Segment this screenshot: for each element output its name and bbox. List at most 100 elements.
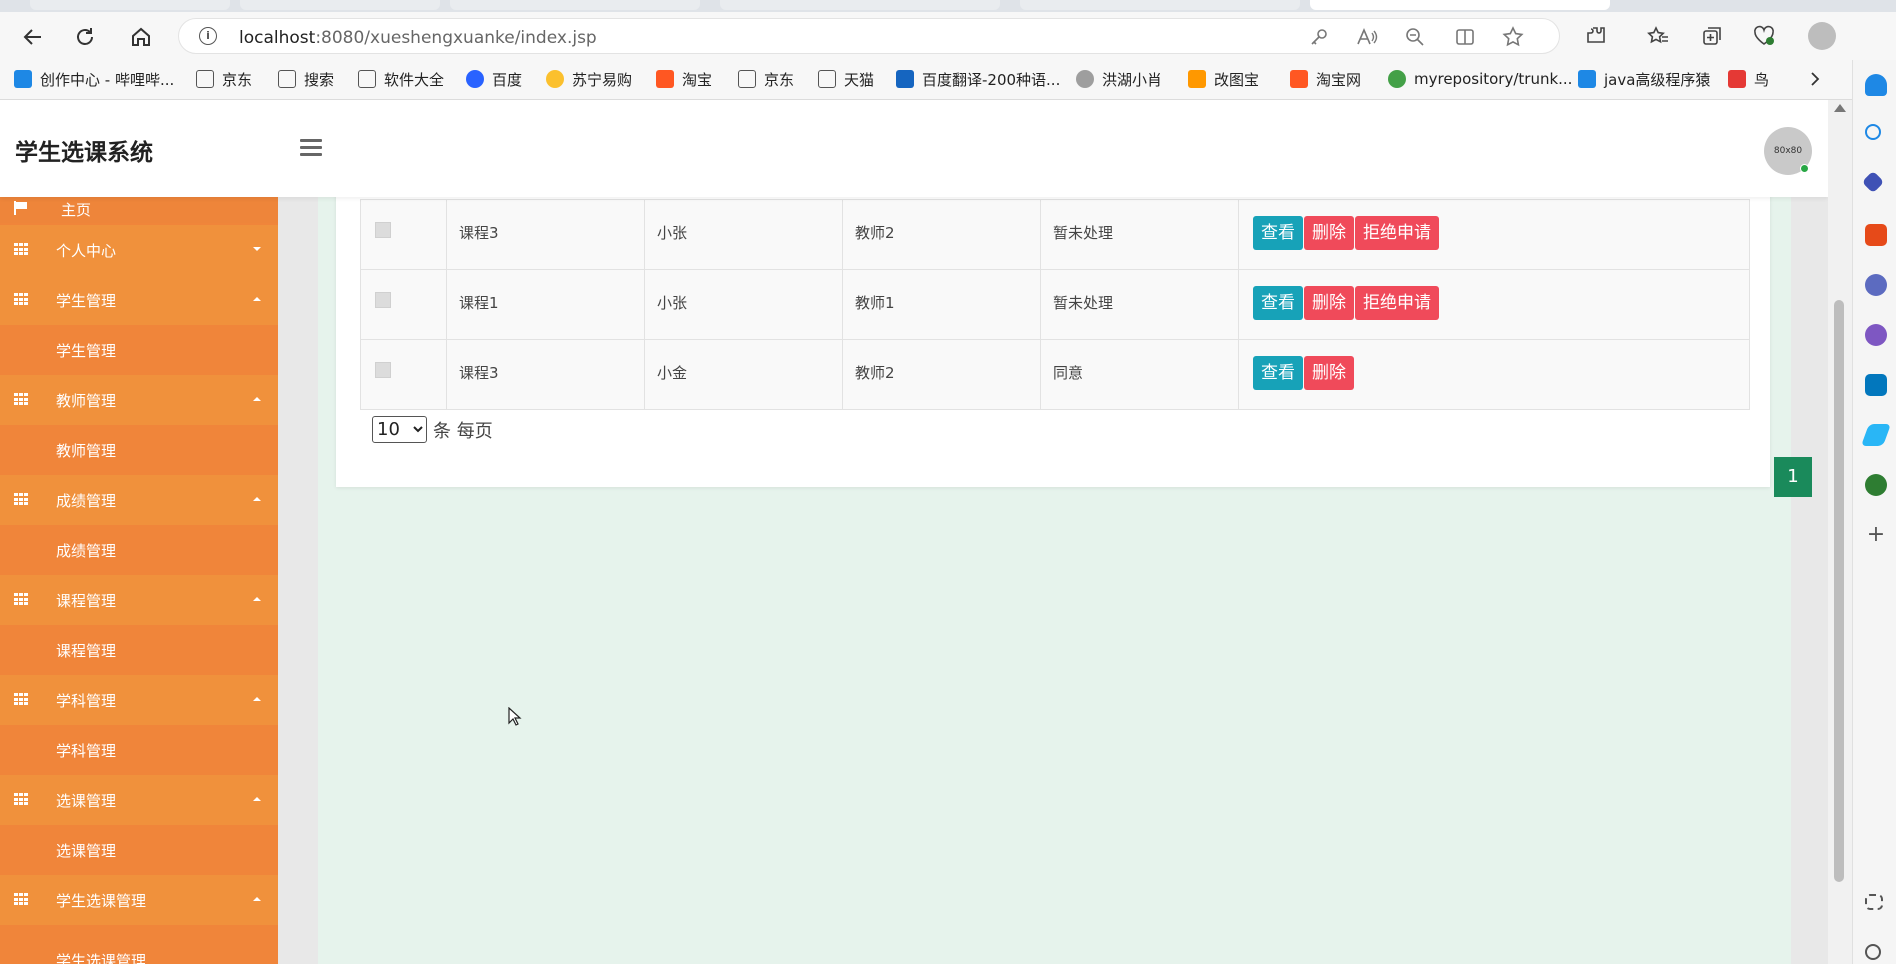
reject-button[interactable]: 拒绝申请 bbox=[1355, 286, 1439, 320]
browser-tab[interactable] bbox=[240, 0, 440, 10]
read-aloud-icon[interactable] bbox=[1355, 25, 1379, 49]
scroll-up-arrow-icon[interactable] bbox=[1834, 104, 1846, 112]
grid-icon bbox=[14, 243, 28, 255]
browser-tab-active[interactable] bbox=[1310, 0, 1610, 10]
extensions-icon[interactable] bbox=[1584, 24, 1608, 48]
row-checkbox[interactable] bbox=[375, 362, 391, 378]
collections-icon[interactable] bbox=[1700, 24, 1724, 48]
reject-button[interactable]: 拒绝申请 bbox=[1355, 216, 1439, 250]
page-size-select[interactable]: 10 bbox=[372, 416, 427, 443]
browser-toolbar: i localhost:8080/xueshengxuanke/index.js… bbox=[0, 12, 1896, 60]
app-header: 学生选课系统 80x80 bbox=[0, 101, 1828, 197]
sidebar-item-label: 主页 bbox=[61, 201, 92, 219]
sidebar-group-profile[interactable]: 个人中心 bbox=[0, 225, 278, 275]
send-icon[interactable] bbox=[1860, 424, 1892, 446]
delete-button[interactable]: 删除 bbox=[1304, 356, 1354, 390]
outlook-icon[interactable] bbox=[1865, 374, 1887, 396]
back-icon[interactable] bbox=[18, 22, 48, 52]
favorites-icon[interactable] bbox=[1646, 24, 1670, 48]
sidebar-subitem-selection[interactable]: 选课管理 bbox=[0, 825, 278, 875]
bookmark-item[interactable]: 搜索 bbox=[278, 66, 334, 92]
bookmark-item[interactable]: 改图宝 bbox=[1188, 66, 1259, 92]
sidebar-group-subjects[interactable]: 学科管理 bbox=[0, 675, 278, 725]
status-cell: 暂未处理 bbox=[1040, 199, 1239, 270]
address-bar[interactable]: i localhost:8080/xueshengxuanke/index.js… bbox=[178, 18, 1560, 54]
bookmark-item[interactable]: 淘宝 bbox=[656, 66, 712, 92]
table-row: 课程3 小张 教师2 暂未处理 查看 删除 拒绝申请 bbox=[360, 199, 1750, 270]
bookmark-item[interactable]: java高级程序猿 bbox=[1578, 66, 1710, 92]
settings-icon[interactable] bbox=[1865, 944, 1881, 960]
sidebar-subitem-grades[interactable]: 成绩管理 bbox=[0, 525, 278, 575]
chevron-right-icon[interactable] bbox=[1808, 66, 1822, 92]
scrollbar-thumb[interactable] bbox=[1834, 300, 1844, 882]
browser-tab[interactable] bbox=[450, 0, 700, 10]
browser-tab[interactable] bbox=[720, 0, 1000, 10]
bell-icon[interactable] bbox=[1865, 74, 1887, 96]
browser-tab[interactable] bbox=[30, 0, 230, 10]
key-icon[interactable] bbox=[1307, 25, 1331, 49]
bookmark-item[interactable]: 京东 bbox=[738, 66, 794, 92]
sidebar-subitem-teachers[interactable]: 教师管理 bbox=[0, 425, 278, 475]
profile-avatar-icon[interactable] bbox=[1808, 22, 1836, 50]
browser-tab[interactable] bbox=[1020, 0, 1300, 10]
menu-toggle-icon[interactable] bbox=[300, 139, 322, 157]
bookmark-item[interactable]: 洪湖小肖 bbox=[1076, 66, 1162, 92]
sidebar-item-label: 学生管理 bbox=[56, 292, 117, 310]
spotify-icon[interactable] bbox=[1865, 474, 1887, 496]
bookmark-item[interactable]: 软件大全 bbox=[358, 66, 444, 92]
toolbox-icon[interactable] bbox=[1865, 224, 1887, 246]
view-button[interactable]: 查看 bbox=[1253, 356, 1303, 390]
bookmark-item[interactable]: 创作中心 - 哔哩哔... bbox=[14, 66, 174, 92]
people-icon[interactable] bbox=[1865, 274, 1887, 296]
sidebar-subitem-courses[interactable]: 课程管理 bbox=[0, 625, 278, 675]
bookmark-item[interactable]: 百度翻译-200种语... bbox=[896, 66, 1060, 92]
teacher-cell: 教师2 bbox=[842, 199, 1041, 270]
sidebar-subitem-student-selection[interactable]: 学生选课管理 bbox=[0, 925, 278, 964]
sidebar-subitem-label: 学科管理 bbox=[56, 742, 117, 760]
bookmark-item[interactable]: 鸟 bbox=[1728, 66, 1769, 92]
tag-icon[interactable] bbox=[1861, 170, 1885, 194]
home-icon[interactable] bbox=[126, 22, 156, 52]
pagination-page-button[interactable]: 1 bbox=[1774, 457, 1812, 497]
bookmark-item[interactable]: 百度 bbox=[466, 66, 522, 92]
main-content: 课程3 小张 教师2 暂未处理 查看 删除 拒绝申请 课程1 小张 教师1 暂未处理… bbox=[278, 197, 1828, 964]
view-button[interactable]: 查看 bbox=[1253, 286, 1303, 320]
sidebar-group-selection[interactable]: 选课管理 bbox=[0, 775, 278, 825]
sidebar-group-grades[interactable]: 成绩管理 bbox=[0, 475, 278, 525]
sidebar-group-student-selection[interactable]: 学生选课管理 bbox=[0, 875, 278, 925]
add-icon[interactable]: + bbox=[1865, 524, 1887, 546]
bookmark-item[interactable]: 天猫 bbox=[818, 66, 874, 92]
bookmark-item[interactable]: 苏宁易购 bbox=[546, 66, 632, 92]
sidebar-group-courses[interactable]: 课程管理 bbox=[0, 575, 278, 625]
health-icon[interactable] bbox=[1752, 24, 1776, 48]
zoom-out-icon[interactable] bbox=[1403, 25, 1427, 49]
sidebar-subitem-subjects[interactable]: 学科管理 bbox=[0, 725, 278, 775]
row-checkbox[interactable] bbox=[375, 222, 391, 238]
row-checkbox[interactable] bbox=[375, 292, 391, 308]
view-button[interactable]: 查看 bbox=[1253, 216, 1303, 250]
url-text[interactable]: localhost:8080/xueshengxuanke/index.jsp bbox=[239, 28, 597, 48]
delete-button[interactable]: 删除 bbox=[1304, 216, 1354, 250]
split-screen-icon[interactable] bbox=[1453, 25, 1477, 49]
sidebar-item-home[interactable]: 主页 bbox=[0, 197, 278, 223]
bookmark-item[interactable]: myrepository/trunk... bbox=[1388, 66, 1572, 92]
site-info-icon[interactable]: i bbox=[199, 27, 217, 45]
sidebar-group-students[interactable]: 学生管理 bbox=[0, 275, 278, 325]
sidebar-subitem-label: 学生管理 bbox=[56, 342, 117, 360]
browser-tab-strip bbox=[0, 0, 1896, 12]
page-icon bbox=[196, 70, 214, 88]
bookmark-item[interactable]: 京东 bbox=[196, 66, 252, 92]
app-title: 学生选课系统 bbox=[15, 140, 153, 166]
sidebar-item-label: 学科管理 bbox=[56, 692, 117, 710]
sidebar-subitem-students[interactable]: 学生管理 bbox=[0, 325, 278, 375]
grid-icon bbox=[14, 893, 28, 905]
bookmark-item[interactable]: 淘宝网 bbox=[1290, 66, 1361, 92]
page-icon bbox=[818, 70, 836, 88]
screenshot-icon[interactable] bbox=[1865, 894, 1883, 910]
office-icon[interactable] bbox=[1865, 324, 1887, 346]
favorite-star-icon[interactable] bbox=[1501, 25, 1525, 49]
refresh-icon[interactable] bbox=[70, 22, 100, 52]
search-icon[interactable] bbox=[1865, 124, 1881, 140]
delete-button[interactable]: 删除 bbox=[1304, 286, 1354, 320]
sidebar-group-teachers[interactable]: 教师管理 bbox=[0, 375, 278, 425]
